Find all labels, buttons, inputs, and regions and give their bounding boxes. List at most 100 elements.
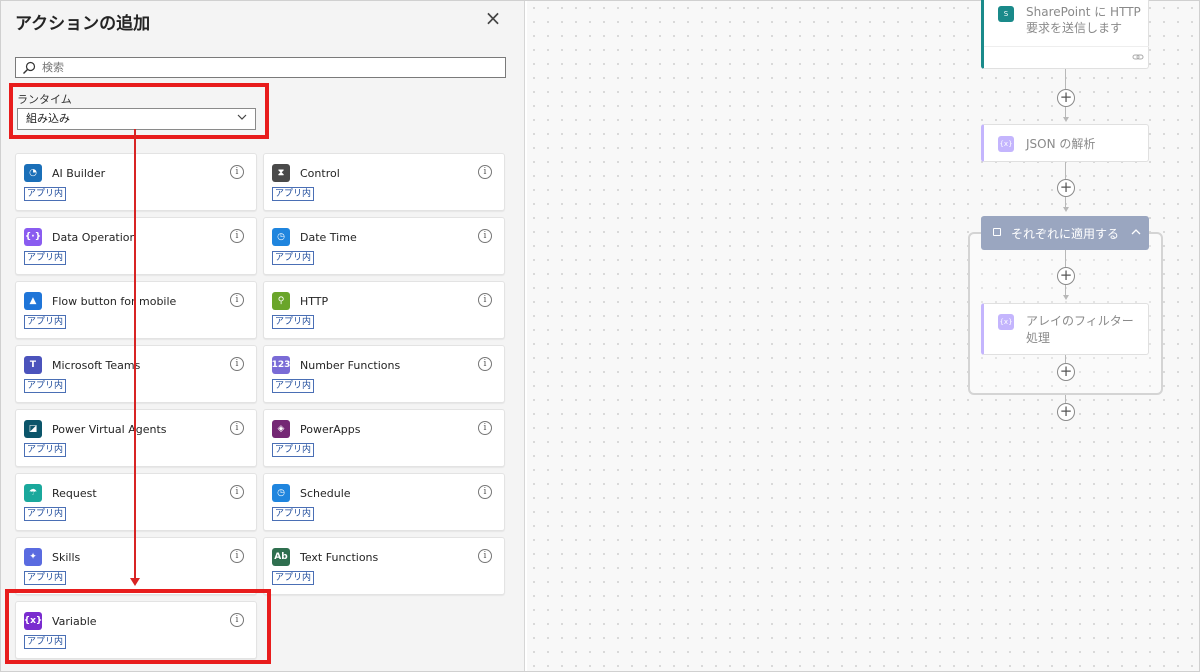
powerapps-icon: ◈ (272, 420, 290, 438)
apply-each-header[interactable]: それぞれに適用する (981, 216, 1149, 250)
info-icon[interactable]: i (478, 165, 492, 179)
highlight-arrow-line (134, 129, 136, 581)
add-step-button[interactable]: + (1057, 363, 1075, 381)
connector-name: PowerApps (300, 423, 361, 436)
info-icon[interactable]: i (478, 229, 492, 243)
connector-name: Text Functions (300, 551, 379, 564)
schedule-icon: ◷ (272, 484, 290, 502)
panel-title: アクションの追加 (15, 14, 151, 34)
in-app-badge: アプリ内 (272, 187, 315, 201)
in-app-badge: アプリ内 (272, 251, 315, 265)
power-virtual-agents-icon: ◪ (24, 420, 42, 438)
in-app-badge: アプリ内 (272, 507, 315, 521)
in-app-badge: アプリ内 (24, 251, 67, 265)
connector-line (1065, 69, 1066, 89)
search-input[interactable] (42, 61, 482, 74)
connector-arrow (1063, 207, 1069, 212)
connector-name: Request (52, 487, 97, 500)
info-icon[interactable]: i (478, 293, 492, 307)
connector-name: Date Time (300, 231, 357, 244)
info-icon[interactable]: i (230, 229, 244, 243)
connector-name: Flow button for mobile (52, 295, 177, 308)
info-icon[interactable]: i (230, 549, 244, 563)
apply-each-label: それぞれに適用する (1011, 227, 1120, 241)
date-time-icon: ◷ (272, 228, 290, 246)
connector-name: HTTP (300, 295, 329, 308)
info-icon[interactable]: i (478, 357, 492, 371)
sharepoint-action-card[interactable]: S SharePoint に HTTP 要求を送信します (981, 0, 1149, 69)
connector-name: Microsoft Teams (52, 359, 141, 372)
info-icon[interactable]: i (230, 293, 244, 307)
connector-card[interactable]: ◈ PowerApps i アプリ内 (263, 409, 505, 467)
sharepoint-icon: S (998, 6, 1014, 22)
connector-card[interactable]: ☂ Request i アプリ内 (15, 473, 257, 531)
connector-card[interactable]: 123 Number Functions i アプリ内 (263, 345, 505, 403)
highlight-arrow-head (130, 578, 140, 586)
connector-card[interactable]: ◷ Schedule i アプリ内 (263, 473, 505, 531)
in-app-badge: アプリ内 (24, 379, 67, 393)
connector-name: Power Virtual Agents (52, 423, 167, 436)
highlight-variable-box (5, 589, 271, 664)
connector-arrow (1063, 295, 1069, 300)
info-icon[interactable]: i (230, 421, 244, 435)
http-icon: ⚲ (272, 292, 290, 310)
info-icon[interactable]: i (478, 421, 492, 435)
in-app-badge: アプリ内 (24, 571, 67, 585)
flow-button-icon: ▲ (24, 292, 42, 310)
data-operation-icon: {·} (24, 228, 42, 246)
info-icon[interactable]: i (230, 165, 244, 179)
add-step-button[interactable]: + (1057, 89, 1075, 107)
teams-icon: T (24, 356, 42, 374)
connector-name: Data Operation (52, 231, 137, 244)
info-icon[interactable]: i (478, 485, 492, 499)
connector-card[interactable]: ⧗ Control i アプリ内 (263, 153, 505, 211)
sharepoint-card-text-line2: 要求を送信します (1026, 21, 1123, 35)
filter-card-text-line1: アレイのフィルター (1026, 314, 1134, 328)
connector-card[interactable]: ◷ Date Time i アプリ内 (263, 217, 505, 275)
in-app-badge: アプリ内 (272, 571, 315, 585)
number-functions-icon: 123 (272, 356, 290, 374)
connector-card[interactable]: ▲ Flow button for mobile i アプリ内 (15, 281, 257, 339)
connector-card[interactable]: ◔ AI Builder i アプリ内 (15, 153, 257, 211)
in-app-badge: アプリ内 (272, 315, 315, 329)
add-action-panel: アクションの追加 × ランタイム 組み込み ◔AI Builderiアプリ内⧗C… (1, 1, 525, 671)
connector-card[interactable]: T Microsoft Teams i アプリ内 (15, 345, 257, 403)
json-parse-action-card[interactable]: {x} JSON の解析 (981, 124, 1149, 162)
flow-canvas: S SharePoint に HTTP 要求を送信します + {x} JSON … (527, 0, 1199, 671)
search-icon (23, 61, 36, 74)
connector-card[interactable]: ✦ Skills i アプリ内 (15, 537, 257, 595)
in-app-badge: アプリ内 (24, 187, 67, 201)
card-divider (984, 46, 1149, 47)
info-icon[interactable]: i (478, 549, 492, 563)
connector-card[interactable]: Ab Text Functions i アプリ内 (263, 537, 505, 595)
add-step-button[interactable]: + (1057, 267, 1075, 285)
info-icon[interactable]: i (230, 485, 244, 499)
add-step-button[interactable]: + (1057, 403, 1075, 421)
chevron-up-icon[interactable] (1131, 227, 1141, 237)
control-icon: ⧗ (272, 164, 290, 182)
filter-array-icon: {x} (998, 314, 1014, 330)
connector-card[interactable]: ⚲ HTTP i アプリ内 (263, 281, 505, 339)
link-icon (1132, 54, 1144, 60)
add-step-button[interactable]: + (1057, 179, 1075, 197)
connector-card[interactable]: ◪ Power Virtual Agents i アプリ内 (15, 409, 257, 467)
in-app-badge: アプリ内 (24, 315, 67, 329)
search-box[interactable] (15, 57, 506, 78)
json-parse-icon: {x} (998, 136, 1014, 152)
loop-icon (993, 228, 1001, 236)
info-icon[interactable]: i (230, 357, 244, 371)
sharepoint-card-text-line1: SharePoint に HTTP (1026, 5, 1141, 19)
filter-array-action-card[interactable]: {x} アレイのフィルター 処理 (981, 303, 1149, 355)
connector-name: Schedule (300, 487, 351, 500)
in-app-badge: アプリ内 (272, 443, 315, 457)
connector-card[interactable]: {·} Data Operation i アプリ内 (15, 217, 257, 275)
request-icon: ☂ (24, 484, 42, 502)
connector-arrow (1063, 117, 1069, 122)
in-app-badge: アプリ内 (24, 443, 67, 457)
connector-name: Skills (52, 551, 81, 564)
ai-builder-icon: ◔ (24, 164, 42, 182)
filter-card-text-line2: 処理 (1026, 331, 1051, 345)
in-app-badge: アプリ内 (272, 379, 315, 393)
close-button[interactable]: × (483, 8, 503, 29)
connector-name: Number Functions (300, 359, 401, 372)
